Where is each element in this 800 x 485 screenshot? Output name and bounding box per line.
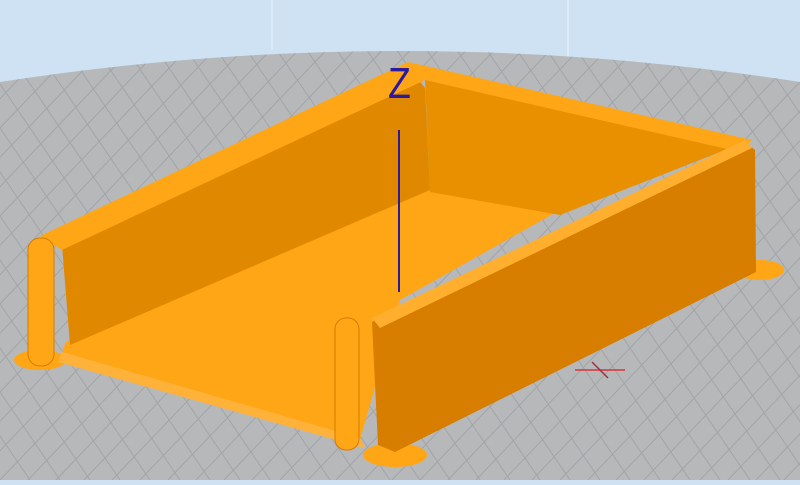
hinge-post-left bbox=[27, 237, 55, 367]
z-axis-label: Z bbox=[388, 59, 411, 108]
hinge-post-right bbox=[334, 317, 360, 451]
3d-viewport[interactable]: Z bbox=[0, 0, 800, 480]
